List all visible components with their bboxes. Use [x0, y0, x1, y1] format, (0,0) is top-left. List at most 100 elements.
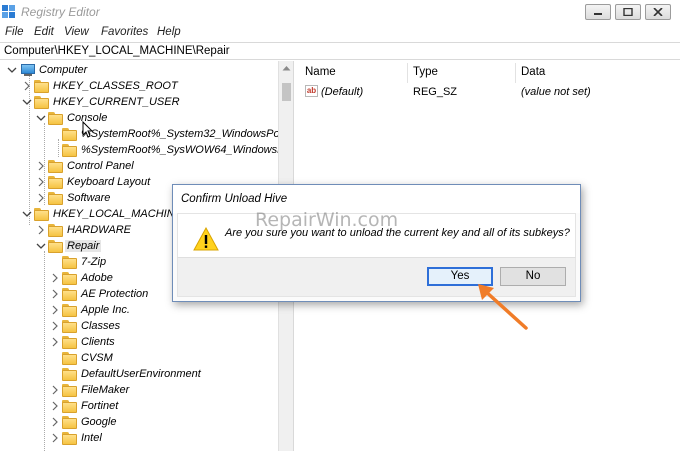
menu-favorites[interactable]: Favorites — [101, 26, 148, 38]
folder-icon — [48, 192, 64, 205]
tree-node-hkey-classes-root[interactable]: HKEY_CLASSES_ROOT — [0, 79, 278, 95]
chevron-right-icon — [52, 401, 58, 411]
folder-icon — [62, 304, 78, 317]
close-icon — [653, 8, 663, 16]
tree-label: HKEY_LOCAL_MACHINE — [53, 208, 182, 220]
folder-icon — [48, 224, 64, 237]
tree-node-default-user-environment[interactable]: DefaultUserEnvironment — [0, 367, 278, 383]
tree-node-fortinet[interactable]: Fortinet — [0, 399, 278, 415]
annotation-arrow-icon — [478, 284, 528, 330]
registry-editor-window: Registry Editor File Edit View Favorites… — [0, 0, 680, 451]
tree-label-selected: Repair — [65, 240, 102, 252]
tree-label: DefaultUserEnvironment — [81, 368, 201, 380]
folder-icon — [62, 352, 78, 365]
tree-node-apple-inc[interactable]: Apple Inc. — [0, 303, 278, 319]
scroll-up-icon — [282, 66, 291, 71]
column-header-data[interactable]: Data — [521, 66, 545, 78]
tree-node-classes[interactable]: Classes — [0, 319, 278, 335]
folder-icon — [48, 160, 64, 173]
tree-label: Adobe — [81, 272, 113, 284]
tree-node-google[interactable]: Google — [0, 415, 278, 431]
tree-node-computer[interactable]: Computer — [0, 63, 278, 79]
chevron-right-icon — [38, 193, 44, 203]
tree-label: HKEY_CURRENT_USER — [53, 96, 180, 108]
maximize-icon — [623, 8, 633, 16]
folder-icon — [62, 144, 78, 157]
folder-icon — [62, 288, 78, 301]
value-name: (Default) — [321, 86, 364, 98]
chevron-right-icon — [52, 433, 58, 443]
tree-label: Software — [67, 192, 111, 204]
tree-label: Computer — [39, 64, 88, 76]
chevron-down-icon — [22, 99, 32, 105]
tree-label: Keyboard Layout — [67, 176, 151, 188]
minimize-button[interactable] — [585, 4, 611, 20]
tree-label: Apple Inc. — [81, 304, 130, 316]
menu-file[interactable]: File — [5, 26, 24, 38]
close-button[interactable] — [645, 4, 671, 20]
folder-icon — [62, 320, 78, 333]
column-header-name[interactable]: Name — [305, 66, 336, 78]
folder-icon — [34, 208, 50, 221]
tree-node-filemaker[interactable]: FileMaker — [0, 383, 278, 399]
chevron-right-icon — [52, 321, 58, 331]
folder-icon — [48, 176, 64, 189]
chevron-right-icon — [52, 385, 58, 395]
menu-edit[interactable]: Edit — [34, 26, 54, 38]
computer-icon — [20, 64, 36, 77]
tree-label: Clients — [81, 336, 115, 348]
chevron-right-icon — [52, 289, 58, 299]
address-path: Computer\HKEY_LOCAL_MACHINE\Repair — [4, 45, 230, 57]
folder-icon — [62, 416, 78, 429]
scrollbar-thumb[interactable] — [282, 83, 291, 101]
chevron-right-icon — [38, 161, 44, 171]
tree-node-cvsm[interactable]: CVSM — [0, 351, 278, 367]
watermark: RepairWin.com — [255, 209, 399, 231]
tree-label: Intel — [81, 432, 102, 444]
folder-icon — [62, 256, 78, 269]
title-bar[interactable]: Registry Editor — [0, 0, 680, 24]
dialog-title: Confirm Unload Hive — [181, 193, 288, 205]
tree-node-system32-powershell[interactable]: %SystemRoot%_System32_WindowsPower — [0, 127, 278, 143]
address-bar[interactable]: Computer\HKEY_LOCAL_MACHINE\Repair — [0, 42, 680, 60]
tree-label: CVSM — [81, 352, 113, 364]
folder-icon — [62, 384, 78, 397]
tree-node-hkey-current-user[interactable]: HKEY_CURRENT_USER — [0, 95, 278, 111]
chevron-down-icon — [36, 115, 46, 121]
chevron-right-icon — [52, 273, 58, 283]
column-header-type[interactable]: Type — [413, 66, 438, 78]
tree-node-clients[interactable]: Clients — [0, 335, 278, 351]
tree-label: %SystemRoot%_System32_WindowsPower — [81, 128, 278, 140]
value-type: REG_SZ — [413, 86, 458, 98]
menu-help[interactable]: Help — [157, 26, 181, 38]
menu-view[interactable]: View — [64, 26, 89, 38]
tree-label: HARDWARE — [67, 224, 131, 236]
tree-node-syswow64-powershell[interactable]: %SystemRoot%_SysWOW64_WindowsPow — [0, 143, 278, 159]
folder-icon — [62, 400, 78, 413]
column-divider[interactable] — [407, 63, 408, 83]
folder-icon — [48, 240, 64, 253]
chevron-right-icon — [38, 225, 44, 235]
menu-bar: File Edit View Favorites Help — [0, 24, 680, 42]
tree-label: Fortinet — [81, 400, 119, 412]
registry-editor-icon — [2, 5, 16, 19]
value-data: (value not set) — [521, 86, 591, 98]
tree-label: HKEY_CLASSES_ROOT — [53, 80, 178, 92]
maximize-button[interactable] — [615, 4, 641, 20]
tree-label: Classes — [81, 320, 121, 332]
window-title: Registry Editor — [21, 5, 100, 19]
chevron-right-icon — [24, 81, 30, 91]
chevron-down-icon — [36, 243, 46, 249]
chevron-down-icon — [7, 67, 17, 73]
tree-label: Control Panel — [67, 160, 134, 172]
chevron-right-icon — [38, 177, 44, 187]
tree-label: FileMaker — [81, 384, 130, 396]
chevron-right-icon — [52, 337, 58, 347]
chevron-right-icon — [52, 305, 58, 315]
tree-node-console[interactable]: Console — [0, 111, 278, 127]
folder-icon — [34, 80, 50, 93]
column-divider[interactable] — [515, 63, 516, 83]
chevron-right-icon — [52, 417, 58, 427]
tree-node-intel[interactable]: Intel — [0, 431, 278, 447]
tree-node-control-panel[interactable]: Control Panel — [0, 159, 278, 175]
